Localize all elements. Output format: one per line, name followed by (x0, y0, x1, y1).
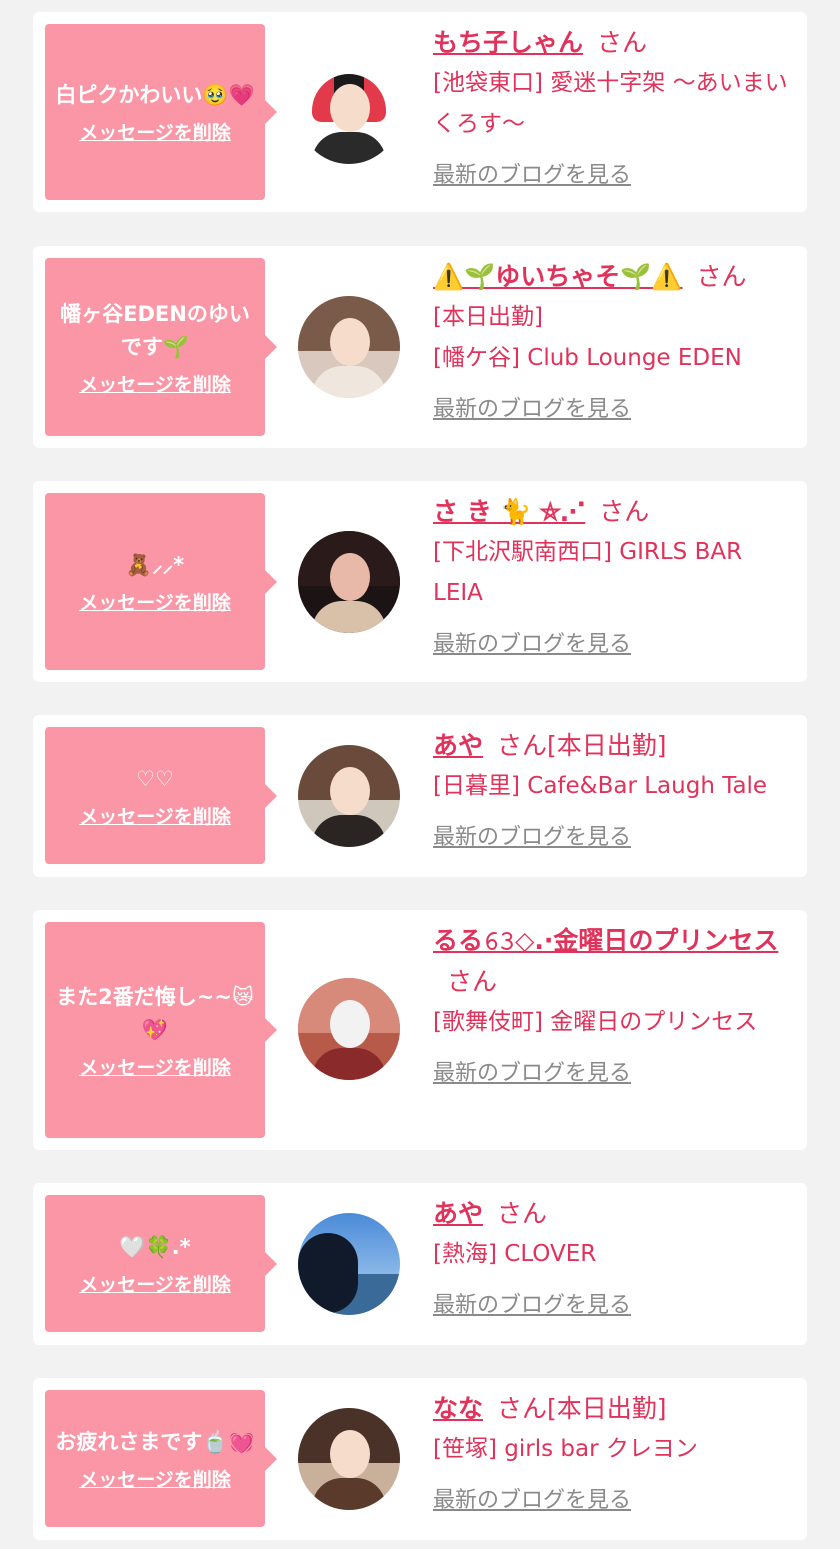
message-bubble: 🧸⸝⸝* メッセージを削除 (45, 493, 277, 670)
avatar[interactable] (298, 62, 400, 164)
message-text: お疲れさまです🍵💓 (55, 1429, 255, 1454)
avatar[interactable] (298, 1213, 400, 1315)
latest-blog-link[interactable]: 最新のブログを見る (433, 1285, 631, 1326)
name-suffix: さん (696, 262, 747, 291)
message-card: 幡ヶ谷EDENのゆいです🌱 メッセージを削除 ⚠️🌱ゆいちゃそ🌱⚠️ さん [本日… (33, 246, 807, 448)
sender-name-link[interactable]: ⚠️🌱ゆいちゃそ🌱⚠️ (433, 262, 683, 291)
message-info: あや さん [熱海] CLOVER 最新のブログを見る (433, 1193, 793, 1326)
status-text: [本日出勤] (433, 304, 543, 330)
latest-blog-link[interactable]: 最新のブログを見る (433, 155, 631, 196)
message-bubble: お疲れさまです🍵💓 メッセージを削除 (45, 1390, 277, 1527)
avatar[interactable] (298, 1408, 400, 1510)
delete-message-link[interactable]: メッセージを削除 (79, 802, 231, 829)
name-suffix: さん (597, 28, 648, 57)
message-info: さ き 🐈 ⛤⋰ さん [下北沢駅南西口] GIRLS BAR LEIA 最新のブ… (433, 491, 793, 665)
message-info: なな さん[本日出勤] [笹塚] girls bar クレヨン 最新のブログを見る (433, 1388, 793, 1521)
shop-text: [歌舞伎町] 金曜日のプリンセス (433, 1009, 758, 1035)
message-info: もち子しゃん さん [池袋東口] 愛迷十字架 〜あいまいくろす〜 最新のブログを見… (433, 22, 793, 196)
delete-message-link[interactable]: メッセージを削除 (79, 118, 231, 145)
message-text: 🧸⸝⸝* (125, 552, 185, 577)
message-bubble: ♡♡ メッセージを削除 (45, 727, 277, 864)
name-suffix: さん[本日出勤] (497, 1394, 667, 1423)
name-suffix: さん (447, 967, 498, 996)
message-text: 🤍🍀.* (119, 1234, 191, 1259)
message-card: 白ピクかわいい🥹💗 メッセージを削除 もち子しゃん さん [池袋東口] 愛迷十字架… (33, 12, 807, 212)
shop-text: [幡ケ谷] Club Lounge EDEN (433, 345, 742, 371)
shop-text: [池袋東口] 愛迷十字架 〜あいまいくろす〜 (433, 70, 788, 137)
message-card: また2番だ悔し~~😿💖 メッセージを削除 るる𝟼𝟹◇.·金曜日のプリンセスさん … (33, 910, 807, 1150)
shop-text: [下北沢駅南西口] GIRLS BAR LEIA (433, 539, 743, 606)
name-suffix: さん (497, 1199, 548, 1228)
sender-name-link[interactable]: なな (433, 1394, 483, 1423)
message-card: 🤍🍀.* メッセージを削除 あや さん [熱海] CLOVER 最新のブログを見る (33, 1183, 807, 1345)
message-info: るる𝟼𝟹◇.·金曜日のプリンセスさん [歌舞伎町] 金曜日のプリンセス 最新のブ… (433, 920, 793, 1094)
latest-blog-link[interactable]: 最新のブログを見る (433, 1053, 631, 1094)
message-text: また2番だ悔し~~😿💖 (56, 984, 254, 1042)
sender-name-link[interactable]: あや (433, 731, 483, 760)
avatar[interactable] (298, 745, 400, 847)
shop-text: [笹塚] girls bar クレヨン (433, 1436, 698, 1462)
delete-message-link[interactable]: メッセージを削除 (79, 370, 231, 397)
message-card: お疲れさまです🍵💓 メッセージを削除 なな さん[本日出勤] [笹塚] girls… (33, 1378, 807, 1540)
message-text: 白ピクかわいい🥹💗 (55, 83, 255, 107)
message-bubble: 幡ヶ谷EDENのゆいです🌱 メッセージを削除 (45, 258, 277, 436)
avatar[interactable] (298, 296, 400, 398)
shop-text: [日暮里] Cafe&Bar Laugh Tale (433, 773, 768, 799)
avatar[interactable] (298, 978, 400, 1080)
message-card: 🧸⸝⸝* メッセージを削除 さ き 🐈 ⛤⋰ さん [下北沢駅南西口] GIRLS… (33, 481, 807, 682)
delete-message-link[interactable]: メッセージを削除 (79, 588, 231, 615)
shop-text: [熱海] CLOVER (433, 1241, 597, 1267)
delete-message-link[interactable]: メッセージを削除 (79, 1465, 231, 1492)
latest-blog-link[interactable]: 最新のブログを見る (433, 817, 631, 858)
latest-blog-link[interactable]: 最新のブログを見る (433, 389, 631, 430)
message-info: ⚠️🌱ゆいちゃそ🌱⚠️ さん [本日出勤] [幡ケ谷] Club Lounge E… (433, 256, 793, 430)
delete-message-link[interactable]: メッセージを削除 (79, 1053, 231, 1080)
latest-blog-link[interactable]: 最新のブログを見る (433, 624, 631, 665)
name-suffix: さん[本日出勤] (497, 731, 667, 760)
message-text: 幡ヶ谷EDENのゆいです🌱 (60, 301, 250, 359)
message-list: 白ピクかわいい🥹💗 メッセージを削除 もち子しゃん さん [池袋東口] 愛迷十字架… (0, 0, 840, 1549)
sender-name-link[interactable]: さ き 🐈 ⛤⋰ (433, 497, 585, 526)
message-info: あや さん[本日出勤] [日暮里] Cafe&Bar Laugh Tale 最新の… (433, 725, 793, 858)
avatar[interactable] (298, 531, 400, 633)
name-suffix: さん (599, 497, 650, 526)
message-card: ♡♡ メッセージを削除 あや さん[本日出勤] [日暮里] Cafe&Bar La… (33, 715, 807, 877)
latest-blog-link[interactable]: 最新のブログを見る (433, 1480, 631, 1521)
sender-name-link[interactable]: あや (433, 1199, 483, 1228)
sender-name-link[interactable]: もち子しゃん (433, 28, 583, 57)
sender-name-link[interactable]: るる𝟼𝟹◇.·金曜日のプリンセス (433, 926, 778, 955)
message-bubble: 白ピクかわいい🥹💗 メッセージを削除 (45, 24, 277, 200)
message-bubble: また2番だ悔し~~😿💖 メッセージを削除 (45, 922, 277, 1138)
message-bubble: 🤍🍀.* メッセージを削除 (45, 1195, 277, 1332)
delete-message-link[interactable]: メッセージを削除 (79, 1270, 231, 1297)
message-text: ♡♡ (136, 766, 174, 791)
